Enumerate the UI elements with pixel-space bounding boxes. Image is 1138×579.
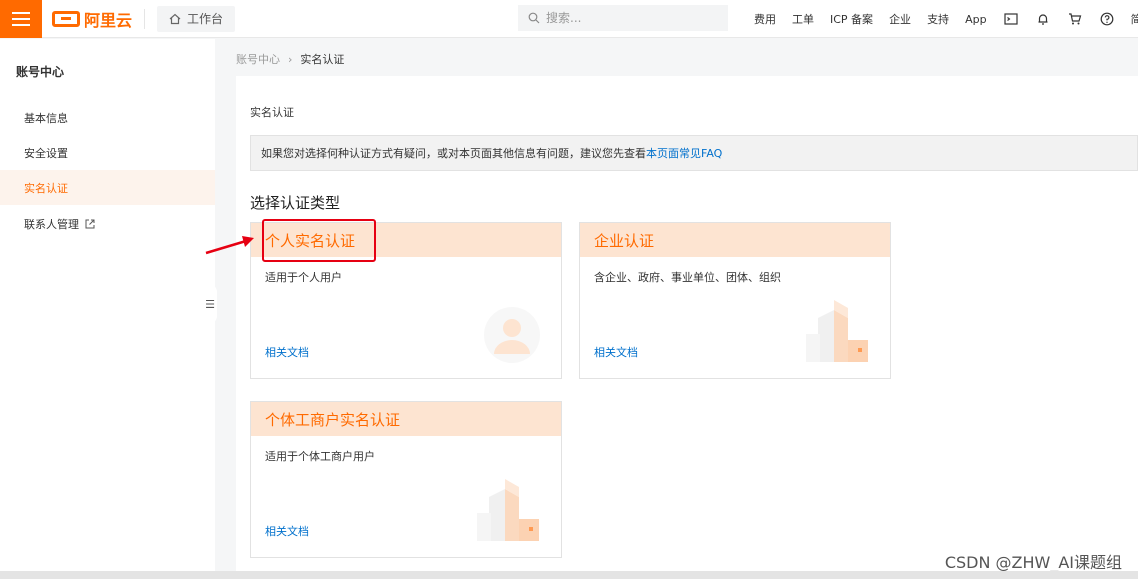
brand-logo[interactable]: 阿里云 [52, 8, 146, 30]
card-doc-link[interactable]: 相关文档 [594, 344, 638, 360]
card-desc: 含企业、政府、事业单位、团体、组织 [594, 271, 781, 284]
sidebar-item-real-name[interactable]: 实名认证 [0, 170, 215, 205]
sidebar-item-security[interactable]: 安全设置 [0, 135, 215, 170]
sidebar-title: 账号中心 [16, 65, 65, 79]
card-enterprise-verification[interactable]: 企业认证 含企业、政府、事业单位、团体、组织 相关文档 [579, 222, 891, 379]
building-icon [806, 300, 868, 362]
hamburger-menu-button[interactable] [0, 0, 42, 38]
breadcrumb: 账号中心 › 实名认证 [236, 51, 344, 67]
sidebar: 账号中心 基本信息 安全设置 实名认证 联系人管理 [0, 39, 215, 579]
breadcrumb-root[interactable]: 账号中心 [236, 51, 280, 67]
content-panel: 实名认证 如果您对选择何种认证方式有疑问，或对本页面其他信息有问题，建议您先查看… [236, 76, 1138, 579]
aliyun-logo-icon [52, 10, 80, 27]
notice-text: 如果您对选择何种认证方式有疑问，或对本页面其他信息有问题，建议您先查看 [261, 147, 646, 160]
annotation-arrow-icon [205, 236, 254, 255]
nav-fees[interactable]: 费用 [746, 11, 784, 27]
nav-app[interactable]: App [957, 13, 995, 26]
card-title: 企业认证 [580, 223, 890, 257]
person-icon [484, 307, 540, 363]
workbench-button[interactable]: 工作台 [157, 5, 236, 32]
card-title: 个体工商户实名认证 [251, 402, 561, 436]
search-box[interactable] [518, 5, 728, 31]
external-link-icon [85, 219, 95, 228]
language-switch[interactable]: 简体 [1123, 11, 1138, 27]
card-individual-business-verification[interactable]: 个体工商户实名认证 适用于个体工商户用户 相关文档 [250, 401, 562, 558]
home-icon [169, 13, 181, 24]
collapse-icon: ☰ [205, 297, 215, 311]
os-taskbar [0, 571, 1138, 579]
menu-icon [12, 11, 30, 14]
sidebar-collapse-handle[interactable]: ☰ [203, 284, 217, 324]
watermark: CSDN @ZHW_AI课题组 [944, 553, 1122, 572]
terminal-icon[interactable] [995, 0, 1027, 38]
breadcrumb-separator: › [288, 52, 293, 66]
card-desc: 适用于个体工商户用户 [265, 450, 375, 463]
card-doc-link[interactable]: 相关文档 [265, 344, 309, 360]
section-title: 选择认证类型 [250, 194, 341, 212]
faq-link[interactable]: 本页面常见FAQ [646, 145, 722, 161]
top-nav: 费用 工单 ICP 备案 企业 支持 App 简体 [746, 0, 1138, 38]
card-desc: 适用于个人用户 [265, 271, 342, 284]
breadcrumb-current: 实名认证 [300, 53, 345, 66]
nav-tickets[interactable]: 工单 [784, 11, 822, 27]
card-title: 个人实名认证 [251, 223, 561, 257]
bell-icon[interactable] [1027, 0, 1059, 38]
sidebar-item-basic-info[interactable]: 基本信息 [0, 100, 215, 135]
building-icon [477, 479, 539, 541]
nav-support[interactable]: 支持 [919, 11, 957, 27]
help-icon[interactable] [1091, 0, 1123, 38]
card-doc-link[interactable]: 相关文档 [265, 523, 309, 539]
search-icon [528, 12, 540, 24]
page-title: 实名认证 [250, 106, 294, 119]
cart-icon[interactable] [1059, 0, 1091, 38]
sidebar-item-contacts[interactable]: 联系人管理 [0, 206, 215, 241]
search-input[interactable] [546, 11, 716, 25]
nav-icp[interactable]: ICP 备案 [822, 11, 881, 27]
faq-notice: 如果您对选择何种认证方式有疑问，或对本页面其他信息有问题，建议您先查看 本页面常见… [250, 135, 1138, 171]
nav-enterprise[interactable]: 企业 [881, 11, 919, 27]
card-personal-verification[interactable]: 个人实名认证 适用于个人用户 相关文档 [250, 222, 562, 379]
